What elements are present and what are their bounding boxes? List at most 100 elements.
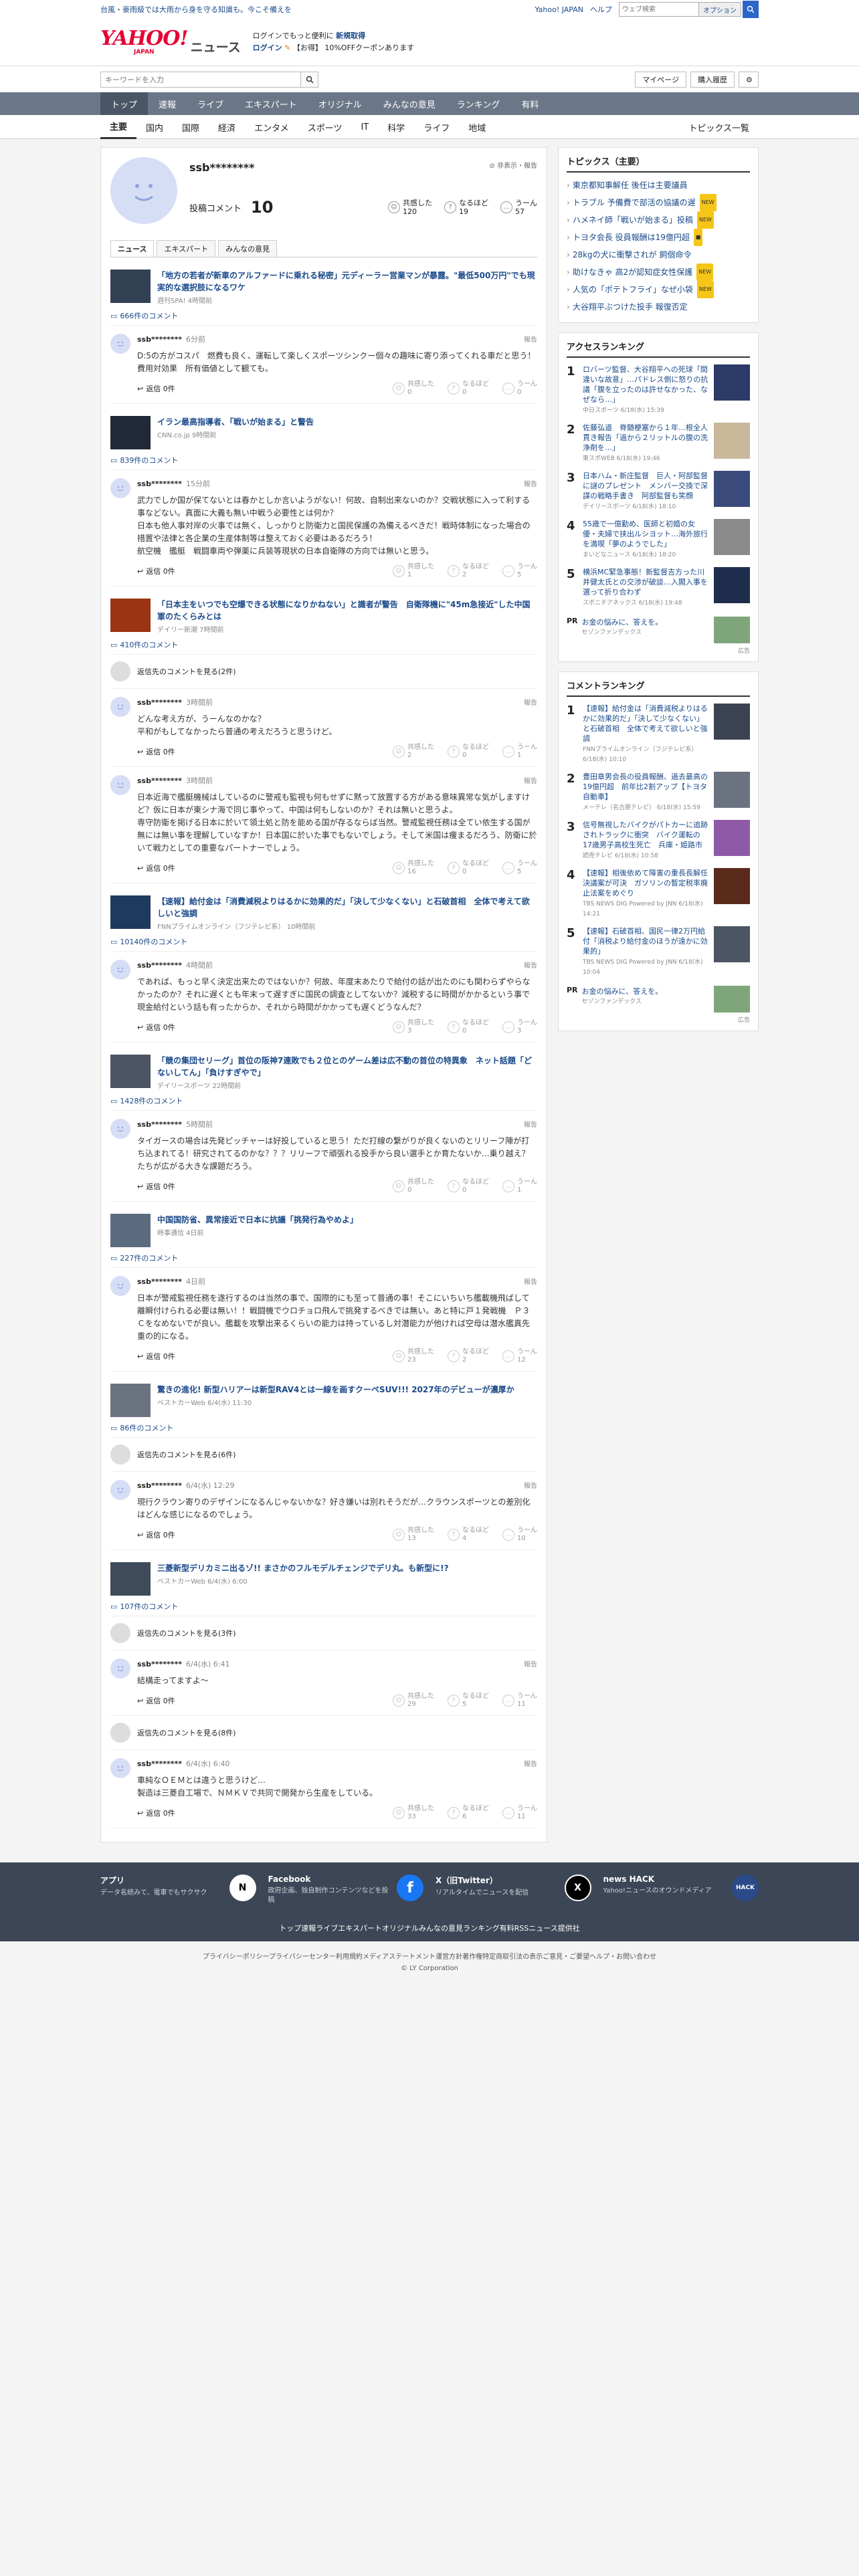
article[interactable]: 「地方の若者が新車のアルファードに乗れる秘密」元ディーラー営業マンが暴露。"最低… (110, 270, 537, 305)
footer-app-0[interactable]: アプリ データ名続みて、電車でもサクサク N (100, 1874, 256, 1905)
view-parent-comments[interactable]: 返信先のコメントを見る(3件) (110, 1623, 537, 1650)
reply-button[interactable]: ↩ 返信 0件 (137, 383, 175, 394)
nav-item-1[interactable]: 速報 (148, 92, 187, 115)
comment-count-link[interactable]: ▭ 666件のコメント (110, 310, 537, 326)
hide-report-link[interactable]: ⊘ 非表示・報告 (489, 160, 537, 170)
keyword-input[interactable] (100, 72, 301, 88)
article-title[interactable]: 驚きの進化! 新型ハリアーは新型RAV4とは一線を画すクーペSUV!!! 202… (157, 1385, 514, 1394)
ranking-item[interactable]: 4 【速報】相後依めて障害の重長長解任決議案が可決 ガソリンの暫定税率廃止法案をめ… (567, 868, 750, 920)
comment-count-link[interactable]: ▭ 10140件のコメント (110, 936, 537, 952)
vote-vote_um[interactable]: … うーん 0 (502, 381, 537, 397)
footer-link[interactable]: ライブ (316, 1924, 338, 1933)
vote-vote_um[interactable]: … うーん 10 (502, 1527, 537, 1543)
report-link[interactable]: 報告 (524, 1276, 537, 1287)
reply-button[interactable]: ↩ 返信 0件 (137, 1022, 175, 1033)
footer-link[interactable]: エキスパート (338, 1924, 382, 1933)
vote-vote_agree[interactable]: ☺ 共感した 0 (393, 381, 434, 397)
footer-app-2[interactable]: X（旧Twitter） リアルタイムでニュースを配信 X (436, 1874, 591, 1905)
comment-count-link[interactable]: ▭ 86件のコメント (110, 1422, 537, 1438)
topic-item[interactable]: › ハメネイ師「戦いが始まる」投稿 NEW (567, 211, 750, 229)
legal-link[interactable]: ヘルプ・お問い合わせ (589, 1953, 656, 1961)
ranking-item[interactable]: 1 【速報】給付金は「消費減税よりはるかに効果的だ」「決して少なくない」と石破首相… (567, 704, 750, 765)
vote-vote_hmm[interactable]: ? なるほど 5 (448, 1693, 489, 1709)
topic-item[interactable]: › 東京都知事解任 後任は主要議員 (567, 177, 750, 194)
ranking-item[interactable]: 5 【速報】石破首相、国民一律2万円給付「消税より給付金のほうが遠かに効果的」 TB… (567, 926, 750, 978)
help-link[interactable]: ヘルプ (590, 4, 612, 15)
article[interactable]: 中国国防省、異常接近で日本に抗議「挑発行為やめよ」 時事通信 4日前 (110, 1214, 537, 1247)
settings-button[interactable]: ⚙ (739, 72, 759, 88)
vote-vote_agree[interactable]: ☺ 共感した 16 (393, 860, 434, 876)
legal-link[interactable]: ご意見・ご要望 (543, 1953, 589, 1961)
vote-vote_hmm[interactable]: ? なるほど 4 (448, 1527, 489, 1543)
vote-vote_agree[interactable]: ☺ 共感した 2 (393, 744, 434, 760)
footer-app-3[interactable]: news HACK Yahoo!ニュースのオウンドメディア HACK (603, 1874, 759, 1905)
tab-2[interactable]: みんなの意見 (218, 240, 278, 257)
vote-vote_hmm[interactable]: ? なるほど 0 (448, 1178, 489, 1194)
vote-vote_hmm[interactable]: ? なるほど 0 (448, 744, 489, 760)
footer-link[interactable]: ランキング (463, 1924, 500, 1933)
vote-vote_hmm[interactable]: ? なるほど 0 (448, 860, 489, 876)
footer-link[interactable]: ニュース提供社 (529, 1924, 579, 1933)
vote-vote_um[interactable]: … うーん 3 (502, 1019, 537, 1035)
view-parent-comments[interactable]: 返信先のコメントを見る(6件) (110, 1444, 537, 1472)
category-item-1[interactable]: 国内 (136, 115, 173, 139)
legal-link[interactable]: 利用規約 (336, 1953, 363, 1961)
comment-count-link[interactable]: ▭ 839件のコメント (110, 455, 537, 470)
topics-list-link[interactable]: トピックス一覧 (679, 115, 759, 139)
category-item-7[interactable]: 科学 (378, 115, 414, 139)
topic-item[interactable]: › 28kgの犬に衝撃されが 飼個命令 (567, 246, 750, 263)
reply-button[interactable]: ↩ 返信 0件 (137, 1529, 175, 1540)
vote-vote_um[interactable]: … うーん 11 (502, 1805, 537, 1821)
vote-vote_hmm[interactable]: ? なるほど 0 (448, 381, 489, 397)
reply-button[interactable]: ↩ 返信 0件 (137, 1351, 175, 1362)
vote-vote_hmm[interactable]: ? なるほど 2 (448, 1348, 489, 1364)
reply-button[interactable]: ↩ 返信 0件 (137, 863, 175, 873)
mypage-button[interactable]: マイページ (635, 72, 686, 88)
report-link[interactable]: 報告 (524, 1480, 537, 1491)
nav-item-5[interactable]: みんなの意見 (373, 92, 446, 115)
pr-ad[interactable]: PR お金の悩みに、答えを。 セゾンファンデックス (567, 617, 750, 643)
legal-link[interactable]: 運営方針 (436, 1953, 462, 1961)
vote-vote_agree[interactable]: ☺ 共感した 23 (393, 1348, 434, 1364)
ranking-item[interactable]: 2 豊田章男会長の役員報酬、過去最高の19億円超 前年比2割アップ【トヨタ自動車】… (567, 772, 750, 813)
footer-link[interactable]: RSS (514, 1924, 529, 1933)
pr-ad-2[interactable]: PR お金の悩みに、答えを。 セゾンファンデックス (567, 986, 750, 1012)
footer-link[interactable]: 速報 (301, 1924, 316, 1933)
vote-vote_um[interactable]: … うーん 1 (502, 1178, 537, 1194)
report-link[interactable]: 報告 (524, 775, 537, 786)
article-title[interactable]: 中国国防省、異常接近で日本に抗議「挑発行為やめよ」 (157, 1215, 358, 1224)
comment-count-link[interactable]: ▭ 227件のコメント (110, 1253, 537, 1268)
reply-button[interactable]: ↩ 返信 0件 (137, 746, 175, 757)
reply-button[interactable]: ↩ 返信 0件 (137, 1808, 175, 1818)
report-link[interactable]: 報告 (524, 697, 537, 708)
ranking-item[interactable]: 3 日本ハム・新庄監督 巨人・阿部監督に謎のプレゼント メンバー交換で深謀の戦略手… (567, 471, 750, 512)
vote-vote_agree[interactable]: ☺ 共感した 1 (393, 563, 434, 579)
vote-vote_hmm[interactable]: ? なるほど 2 (448, 563, 489, 579)
nav-item-0[interactable]: トップ (100, 92, 149, 115)
nav-item-7[interactable]: 有料 (510, 92, 549, 115)
comment-count-link[interactable]: ▭ 410件のコメント (110, 639, 537, 655)
report-link[interactable]: 報告 (524, 960, 537, 970)
category-item-8[interactable]: ライフ (414, 115, 459, 139)
category-item-5[interactable]: スポーツ (298, 115, 352, 139)
vote-vote_hmm[interactable]: ? なるほど 0 (448, 1019, 489, 1035)
yahoo-japan-link[interactable]: Yahoo! JAPAN (535, 5, 583, 14)
yahoo-news-logo[interactable]: YAHOO! JAPAN ニュース (100, 29, 241, 56)
article[interactable]: 驚きの進化! 新型ハリアーは新型RAV4とは一線を画すクーペSUV!!! 202… (110, 1384, 537, 1417)
article[interactable]: 【速報】給付金は「消費減税よりはるかに効果的だ」「決して少なくない」と石破首相 … (110, 895, 537, 931)
nav-item-4[interactable]: オリジナル (308, 92, 373, 115)
ranking-item[interactable]: 4 55歳で一億勤め、医師と初婚の女優・夫婦で挟出ルシヨット…海外旅行を満喫「夢の… (567, 519, 750, 560)
report-link[interactable]: 報告 (524, 478, 537, 489)
tab-1[interactable]: エキスパート (157, 240, 216, 257)
topic-item[interactable]: › トヨタ会長 役員報酬は19億円超 ■ (567, 229, 750, 246)
vote-vote_um[interactable]: … うーん 5 (502, 860, 537, 876)
view-parent-comments[interactable]: 返信先のコメントを見る(2件) (110, 661, 537, 689)
coupon-link[interactable]: 【お得】 10%OFFクーポンあります (293, 43, 414, 52)
vote-vote_um[interactable]: … うーん 5 (502, 563, 537, 579)
tab-0[interactable]: ニュース (110, 240, 155, 257)
vote-vote_agree[interactable]: ☺ 共感した 13 (393, 1527, 434, 1543)
vote-vote_um[interactable]: … うーん 11 (502, 1693, 537, 1709)
nav-item-6[interactable]: ランキング (446, 92, 511, 115)
nav-item-3[interactable]: エキスパート (234, 92, 308, 115)
signup-link[interactable]: 新規取得 (336, 31, 365, 40)
